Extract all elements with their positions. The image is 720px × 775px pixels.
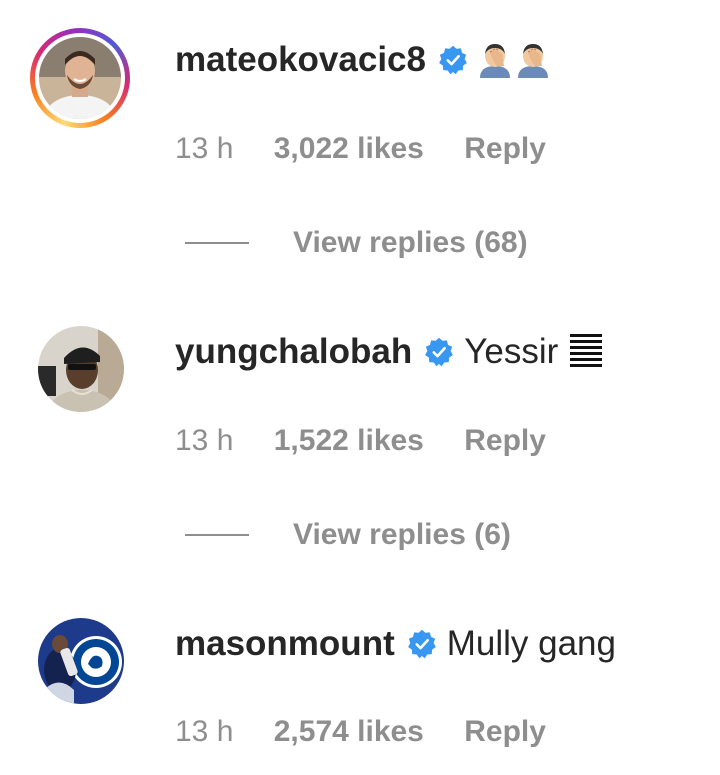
reply-button[interactable]: Reply — [464, 131, 546, 167]
avatar-ring-inner — [35, 33, 125, 123]
comment-timestamp: 13 h — [175, 424, 234, 457]
view-replies-label[interactable]: View replies (68) — [293, 225, 528, 261]
verified-badge-icon — [438, 45, 468, 75]
avatar[interactable] — [30, 28, 130, 128]
comment-timestamp: 13 h — [175, 132, 234, 165]
replies-divider — [185, 242, 249, 244]
reply-button[interactable]: Reply — [464, 423, 546, 459]
profile-photo-icon — [39, 37, 121, 119]
chelsea-crest-photo-icon — [38, 618, 124, 704]
reply-button[interactable]: Reply — [464, 714, 546, 750]
verified-badge-icon — [424, 337, 454, 367]
profile-photo-icon — [38, 326, 124, 412]
comment-header: mateokovacic8 — [175, 40, 554, 80]
horizontal-bars-icon — [570, 333, 603, 371]
avatar-photo — [39, 37, 121, 119]
comment-timestamp: 13 h — [175, 715, 234, 748]
avatar-photo — [38, 618, 124, 704]
comment-meta: 13 h 3,022 likes Reply — [175, 131, 578, 167]
likes-count[interactable]: 2,574 likes — [274, 714, 424, 750]
username-link[interactable]: masonmount — [175, 624, 395, 664]
verified-badge-icon — [407, 629, 437, 659]
avatar[interactable] — [30, 318, 130, 418]
comment-meta: 13 h 1,522 likes Reply — [175, 423, 578, 459]
view-replies-button[interactable]: View replies (6) — [185, 517, 511, 553]
username-link[interactable]: yungchalobah — [175, 332, 412, 372]
comment-text: Yessir — [464, 332, 559, 371]
comment-header: masonmount Mully gang — [175, 624, 616, 664]
man-facepalming-emoji-icon — [478, 42, 512, 78]
avatar[interactable] — [30, 610, 130, 710]
replies-divider — [185, 534, 249, 536]
view-replies-label[interactable]: View replies (6) — [293, 517, 511, 553]
comment-text: Mully gang — [446, 624, 616, 663]
man-facepalming-emoji-icon — [516, 42, 550, 78]
avatar-photo — [38, 326, 124, 412]
likes-count[interactable]: 1,522 likes — [274, 423, 424, 459]
username-link[interactable]: mateokovacic8 — [175, 40, 426, 80]
view-replies-button[interactable]: View replies (68) — [185, 225, 528, 261]
likes-count[interactable]: 3,022 likes — [274, 131, 424, 167]
comment-meta: 13 h 2,574 likes Reply — [175, 714, 578, 750]
comment-header: yungchalobah Yessir — [175, 332, 603, 372]
